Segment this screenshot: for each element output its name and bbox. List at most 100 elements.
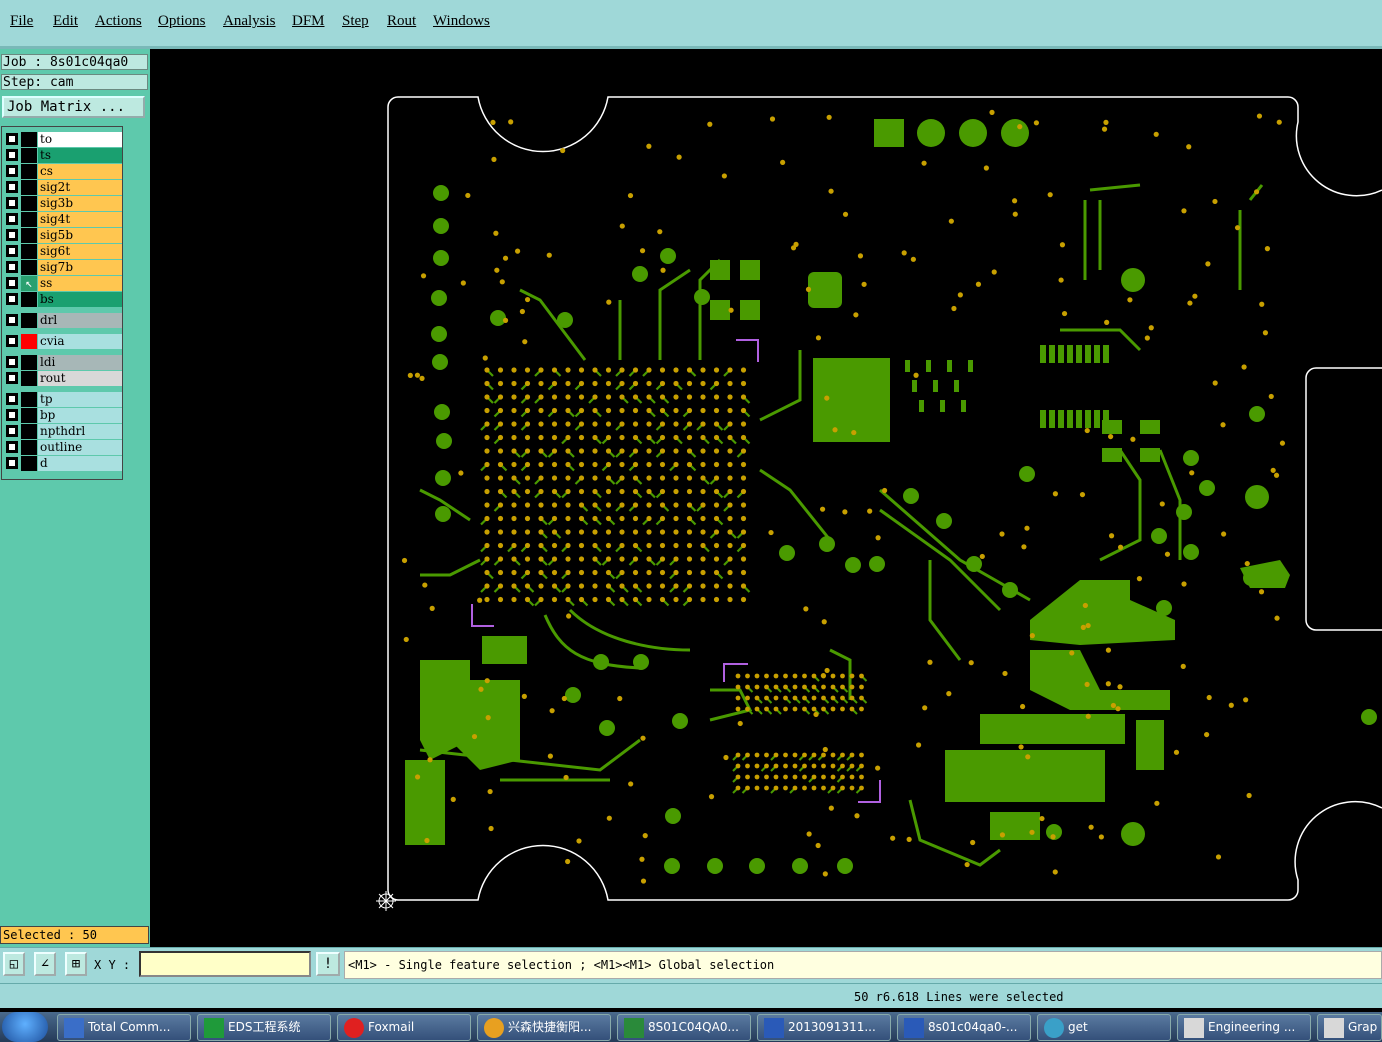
menu-rout[interactable]: Rout <box>387 13 416 30</box>
layer-row-sig6t[interactable]: sig6t <box>4 244 122 259</box>
layer-color-swatch[interactable] <box>21 456 37 471</box>
alert-icon[interactable]: ! <box>316 952 340 976</box>
layer-color-swatch[interactable] <box>21 148 37 163</box>
layer-checkbox[interactable] <box>6 165 18 177</box>
pcb-view[interactable] <box>153 52 1382 945</box>
layer-color-swatch[interactable] <box>21 292 37 307</box>
layer-name[interactable]: ts <box>38 148 122 163</box>
layer-name[interactable]: bp <box>38 408 122 423</box>
menu-edit[interactable]: Edit <box>53 13 78 30</box>
task-total-commander[interactable]: Total Comm... <box>57 1014 191 1041</box>
layer-color-swatch[interactable] <box>21 334 37 349</box>
layer-name[interactable]: npthdrl <box>38 424 122 439</box>
layer-checkbox[interactable] <box>6 213 18 225</box>
layer-color-swatch[interactable] <box>21 371 37 386</box>
layer-checkbox[interactable] <box>6 372 18 384</box>
layer-row-cvia[interactable]: cvia <box>4 334 122 349</box>
layer-row-bp[interactable]: bp <box>4 408 122 423</box>
layer-row-to[interactable]: to <box>4 132 122 147</box>
layer-name[interactable]: rout <box>38 371 122 386</box>
layer-name[interactable]: ss <box>38 276 122 291</box>
layer-name[interactable]: tp <box>38 392 122 407</box>
job-matrix-button[interactable]: Job Matrix ... <box>2 96 145 118</box>
work-layer-arrow-icon[interactable]: ↖ <box>21 276 37 291</box>
layer-row-sig2t[interactable]: sig2t <box>4 180 122 195</box>
layer-color-swatch[interactable] <box>21 440 37 455</box>
task-word-2[interactable]: 8s01c04qa0-... <box>897 1014 1031 1041</box>
measure-icon[interactable]: ∠ <box>34 952 56 976</box>
layer-name[interactable]: outline <box>38 440 122 455</box>
layer-color-swatch[interactable] <box>21 164 37 179</box>
layer-row-npthdrl[interactable]: npthdrl <box>4 424 122 439</box>
layer-name[interactable]: cs <box>38 164 122 179</box>
layer-name[interactable]: sig4t <box>38 212 122 227</box>
layer-checkbox[interactable] <box>6 293 18 305</box>
menu-step[interactable]: Step <box>342 13 369 30</box>
layer-row-bs[interactable]: bs <box>4 292 122 307</box>
layer-name[interactable]: sig3b <box>38 196 122 211</box>
menu-options[interactable]: Options <box>158 13 206 30</box>
layer-name[interactable]: sig5b <box>38 228 122 243</box>
layer-color-swatch[interactable] <box>21 355 37 370</box>
layer-checkbox[interactable] <box>6 409 18 421</box>
task-word-1[interactable]: 2013091311... <box>757 1014 891 1041</box>
layer-color-swatch[interactable] <box>21 244 37 259</box>
layer-color-swatch[interactable] <box>21 212 37 227</box>
layer-color-swatch[interactable] <box>21 132 37 147</box>
layer-checkbox[interactable] <box>6 133 18 145</box>
layer-name[interactable]: sig6t <box>38 244 122 259</box>
layer-name[interactable]: sig7b <box>38 260 122 275</box>
layer-name[interactable]: drl <box>38 313 122 328</box>
graphics-area[interactable] <box>153 52 1382 945</box>
layer-color-swatch[interactable] <box>21 260 37 275</box>
layer-color-swatch[interactable] <box>21 180 37 195</box>
layer-color-swatch[interactable] <box>21 313 37 328</box>
layer-checkbox[interactable] <box>6 261 18 273</box>
layer-row-ss[interactable]: ↖ ss <box>4 276 122 291</box>
xy-input[interactable] <box>139 951 311 977</box>
zoom-window-icon[interactable]: ◱ <box>3 952 25 976</box>
layer-name[interactable]: ldi <box>38 355 122 370</box>
layer-checkbox[interactable] <box>6 457 18 469</box>
layer-row-d[interactable]: d <box>4 456 122 471</box>
menu-dfm[interactable]: DFM <box>292 13 325 30</box>
layer-row-ldi[interactable]: ldi <box>4 355 122 370</box>
menu-windows[interactable]: Windows <box>433 13 490 30</box>
layer-name[interactable]: cvia <box>38 334 122 349</box>
layer-name[interactable]: to <box>38 132 122 147</box>
layer-row-rout[interactable]: rout <box>4 371 122 386</box>
task-browser[interactable]: 兴森快捷衡阳... <box>477 1014 611 1041</box>
task-excel[interactable]: 8S01C04QA0... <box>617 1014 751 1041</box>
layer-checkbox[interactable] <box>6 314 18 326</box>
task-engineering[interactable]: Engineering ... <box>1177 1014 1311 1041</box>
layer-color-swatch[interactable] <box>21 408 37 423</box>
layer-row-outline[interactable]: outline <box>4 440 122 455</box>
layer-checkbox[interactable] <box>6 229 18 241</box>
layer-checkbox[interactable] <box>6 356 18 368</box>
layer-name[interactable]: sig2t <box>38 180 122 195</box>
layer-checkbox[interactable] <box>6 149 18 161</box>
layer-checkbox[interactable] <box>6 335 18 347</box>
layer-checkbox[interactable] <box>6 425 18 437</box>
layer-name[interactable]: bs <box>38 292 122 307</box>
layer-color-swatch[interactable] <box>21 424 37 439</box>
task-foxmail[interactable]: Foxmail <box>337 1014 471 1041</box>
layer-checkbox[interactable] <box>6 393 18 405</box>
layer-row-sig5b[interactable]: sig5b <box>4 228 122 243</box>
layer-row-cs[interactable]: cs <box>4 164 122 179</box>
task-graphic[interactable]: Grap <box>1317 1014 1382 1041</box>
layer-checkbox[interactable] <box>6 441 18 453</box>
layer-checkbox[interactable] <box>6 277 18 289</box>
layer-row-tp[interactable]: tp <box>4 392 122 407</box>
layer-color-swatch[interactable] <box>21 196 37 211</box>
start-button[interactable] <box>2 1012 48 1042</box>
layer-name[interactable]: d <box>38 456 122 471</box>
layer-color-swatch[interactable] <box>21 392 37 407</box>
menu-file[interactable]: File <box>10 13 33 30</box>
layer-row-sig7b[interactable]: sig7b <box>4 260 122 275</box>
layer-checkbox[interactable] <box>6 181 18 193</box>
snap-grid-icon[interactable]: ⊞ <box>65 952 87 976</box>
menu-analysis[interactable]: Analysis <box>223 13 276 30</box>
task-eds[interactable]: EDS工程系统 <box>197 1014 331 1041</box>
layer-checkbox[interactable] <box>6 197 18 209</box>
